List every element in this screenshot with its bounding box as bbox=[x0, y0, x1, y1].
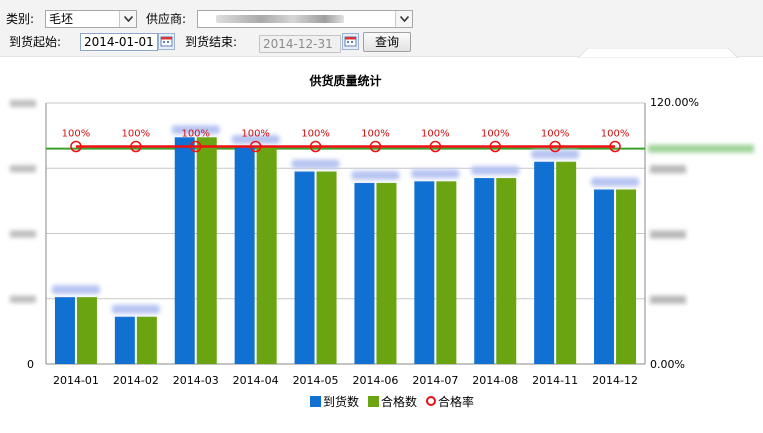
filter-toolbar: 类别: 毛坯 供应商: 到货起始: 2014-01-01 到货结束: 2014-… bbox=[0, 0, 763, 58]
calendar-icon[interactable] bbox=[342, 33, 359, 50]
left-tick-label-redacted bbox=[10, 165, 36, 173]
start-date-label: 到货起始: bbox=[9, 35, 62, 49]
bar-arrivals bbox=[54, 297, 75, 364]
bar-value-label-redacted bbox=[111, 304, 160, 314]
legend-swatch-qualified bbox=[368, 396, 379, 407]
supplier-select[interactable] bbox=[197, 10, 413, 28]
end-date-input[interactable]: 2014-12-31 bbox=[259, 35, 341, 53]
legend-label: 合格率 bbox=[438, 394, 474, 409]
start-date-value: 2014-01-01 bbox=[84, 35, 154, 49]
rate-data-label: 100% bbox=[421, 129, 450, 140]
x-tick-label: 2014-02 bbox=[113, 374, 159, 387]
supplier-label: 供应商: bbox=[146, 12, 187, 26]
rate-data-label: 100% bbox=[62, 129, 91, 140]
bar-arrivals bbox=[414, 181, 435, 364]
bar-value-label-redacted bbox=[411, 169, 460, 179]
rate-data-label: 100% bbox=[301, 129, 330, 140]
bar-qualified bbox=[316, 171, 337, 364]
bar-arrivals bbox=[534, 161, 555, 364]
chart-title: 供货质量统计 bbox=[308, 73, 381, 88]
x-tick-label: 2014-12 bbox=[592, 374, 638, 387]
bar-qualified bbox=[196, 137, 217, 364]
bar-arrivals bbox=[174, 137, 195, 364]
bar-arrivals bbox=[354, 182, 375, 364]
bar-arrivals bbox=[294, 171, 315, 364]
x-tick-label: 2014-03 bbox=[173, 374, 219, 387]
supply-quality-chart: 供货质量统计 0 120.00% 0.00% 2014-01 2014-02 2014-03… bbox=[10, 73, 754, 409]
bar-arrivals bbox=[114, 316, 135, 364]
bar-value-label-redacted bbox=[291, 159, 340, 169]
bar-value-label-redacted bbox=[591, 177, 640, 187]
legend-label: 合格数 bbox=[381, 394, 417, 409]
supplier-value-redacted bbox=[216, 15, 344, 23]
calendar-icon[interactable] bbox=[158, 33, 175, 50]
bar-qualified bbox=[496, 178, 517, 364]
rate-data-label: 100% bbox=[541, 129, 570, 140]
rate-data-label: 100% bbox=[361, 129, 390, 140]
bar-arrivals bbox=[234, 147, 255, 364]
bar-value-label-redacted bbox=[471, 166, 520, 176]
legend-swatch-rate bbox=[426, 396, 436, 406]
x-tick-label: 2014-04 bbox=[233, 374, 279, 387]
x-tick-label: 2014-08 bbox=[472, 374, 518, 387]
left-tick-label: 0 bbox=[27, 358, 34, 371]
right-tick-label-redacted bbox=[650, 230, 686, 239]
query-button[interactable]: 查询 bbox=[363, 32, 411, 52]
bar-arrivals bbox=[474, 178, 495, 364]
end-date-label: 到货结束: bbox=[185, 35, 238, 49]
bar-qualified bbox=[556, 161, 577, 364]
chevron-down-icon[interactable] bbox=[119, 11, 136, 27]
bar-qualified bbox=[256, 147, 277, 364]
rate-data-label: 100% bbox=[481, 129, 510, 140]
category-label: 类别: bbox=[6, 12, 35, 26]
x-tick-label: 2014-07 bbox=[412, 374, 458, 387]
rate-data-label: 100% bbox=[122, 129, 151, 140]
bar-qualified bbox=[376, 182, 397, 364]
category-value: 毛坯 bbox=[49, 12, 74, 26]
bar-value-label-redacted bbox=[351, 170, 400, 180]
x-tick-label: 2014-01 bbox=[53, 374, 99, 387]
left-tick-label-redacted bbox=[10, 100, 36, 107]
start-date-input[interactable]: 2014-01-01 bbox=[80, 33, 158, 51]
chevron-down-icon[interactable] bbox=[395, 11, 412, 27]
rate-data-label: 100% bbox=[241, 129, 270, 140]
bar-qualified bbox=[616, 189, 637, 364]
panel-tab-notch bbox=[578, 48, 738, 58]
x-tick-label: 2014-06 bbox=[352, 374, 398, 387]
rate-data-label: 100% bbox=[181, 129, 210, 140]
bar-arrivals bbox=[594, 189, 615, 364]
end-date-value: 2014-12-31 bbox=[263, 37, 333, 51]
left-tick-label-redacted bbox=[10, 230, 36, 238]
right-tick-label: 120.00% bbox=[650, 96, 699, 109]
bar-value-label-redacted bbox=[51, 285, 100, 295]
left-tick-label-redacted bbox=[10, 295, 36, 303]
right-tick-label: 0.00% bbox=[650, 358, 685, 371]
rate-data-label: 100% bbox=[601, 129, 630, 140]
bar-qualified bbox=[136, 316, 157, 364]
x-tick-label: 2014-05 bbox=[293, 374, 339, 387]
legend-swatch-arrivals bbox=[310, 396, 321, 407]
x-tick-label: 2014-11 bbox=[532, 374, 578, 387]
right-tick-label-redacted bbox=[650, 295, 686, 304]
bar-qualified bbox=[436, 181, 457, 364]
target-rate-label-redacted bbox=[648, 144, 754, 153]
right-tick-label-redacted bbox=[650, 165, 686, 174]
category-select[interactable]: 毛坯 bbox=[45, 10, 137, 28]
bar-qualified bbox=[76, 297, 97, 364]
legend-label: 到货数 bbox=[323, 394, 359, 409]
